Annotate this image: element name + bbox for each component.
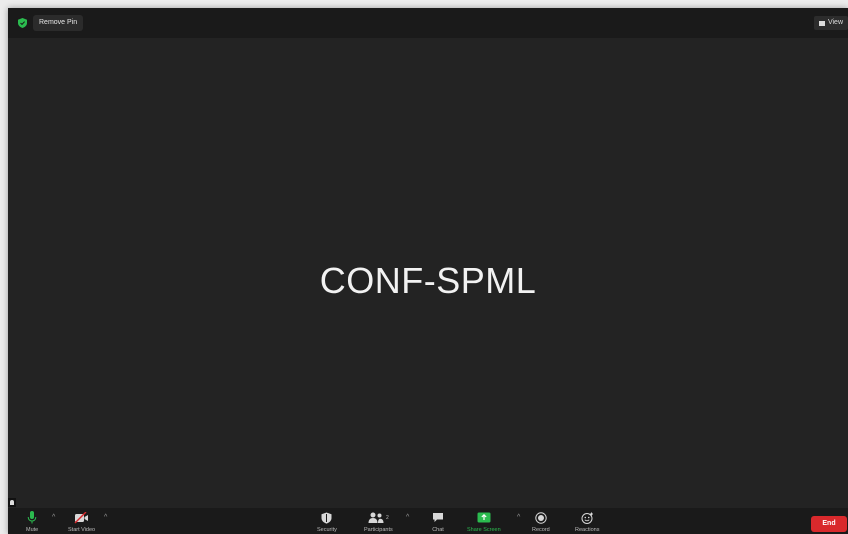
mute-label: Mute [26,527,39,533]
security-button[interactable]: Security [317,511,337,533]
grid-view-icon [818,20,825,26]
share-screen-button[interactable]: Share Screen [467,511,501,533]
mute-button[interactable]: Mute [26,511,38,533]
share-screen-label: Share Screen [467,527,501,533]
reactions-icon [581,512,593,524]
security-shield-icon[interactable] [18,18,27,28]
participants-button[interactable]: 2 Participants [364,511,393,533]
video-off-icon [74,511,88,523]
audio-options-chevron-icon[interactable]: ^ [52,514,55,521]
share-options-chevron-icon[interactable]: ^ [517,514,520,521]
record-label: Record [532,527,550,533]
view-button[interactable]: View [813,16,848,30]
end-meeting-button[interactable]: End [811,516,847,532]
chat-icon [433,513,443,522]
chat-button[interactable]: Chat [432,511,444,533]
view-button-label: View [827,19,843,26]
record-button[interactable]: Record [532,511,550,533]
reactions-button[interactable]: Reactions [575,511,599,533]
video-options-chevron-icon[interactable]: ^ [104,514,107,521]
video-stage: CONF-SPML [8,38,848,508]
reactions-label: Reactions [575,527,600,533]
top-bar: Remove Pin View [8,8,848,38]
meeting-toolbar: Mute ^ Start Video ^ Security 2 Particip… [8,508,848,534]
record-icon [535,511,547,524]
participants-options-chevron-icon[interactable]: ^ [406,514,409,521]
security-icon [321,512,332,524]
participants-label: Participants [364,527,393,533]
chat-label: Chat [432,527,444,533]
security-label: Security [317,527,337,533]
microphone-icon [27,511,37,524]
self-view-thumbnail[interactable] [8,498,16,507]
person-icon [10,500,14,505]
participants-count: 2 [385,514,389,521]
zoom-meeting-window: Remove Pin View CONF-SPML Mute ^ Start V… [8,8,848,534]
start-video-label: Start Video [68,527,96,533]
participant-name: CONF-SPML [319,260,537,301]
start-video-button[interactable]: Start Video [68,511,95,533]
participants-icon [368,512,384,523]
remove-pin-button[interactable]: Remove Pin [33,15,84,31]
share-screen-icon [477,512,491,523]
